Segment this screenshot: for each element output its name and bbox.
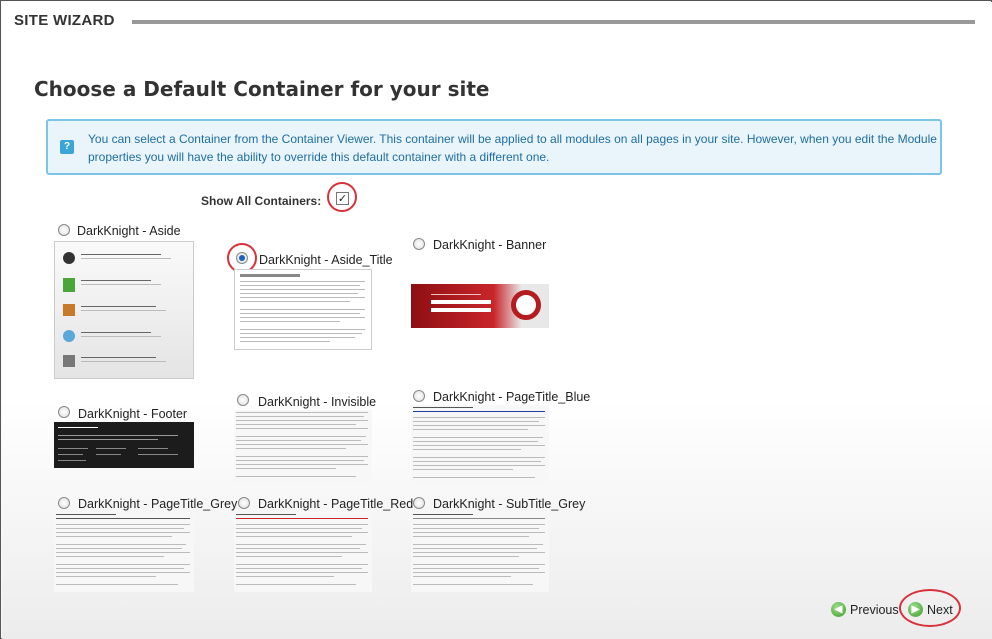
thumbnail-pagetitle-blue[interactable] bbox=[411, 405, 549, 484]
previous-label: Previous bbox=[850, 602, 899, 617]
container-label-aside-title[interactable]: DarkKnight - Aside_Title bbox=[259, 253, 393, 267]
show-all-containers-label: Show All Containers: bbox=[201, 194, 322, 208]
thumbnail-aside-title[interactable] bbox=[234, 269, 372, 350]
header-divider bbox=[132, 20, 975, 24]
thumbnail-invisible[interactable] bbox=[234, 410, 372, 483]
wizard-frame: SITE WIZARD Choose a Default Container f… bbox=[0, 0, 992, 639]
container-label-pagetitle-red[interactable]: DarkKnight - PageTitle_Red bbox=[258, 497, 413, 511]
thumbnail-banner[interactable] bbox=[411, 284, 549, 328]
previous-button[interactable]: ◀ Previous bbox=[831, 602, 899, 617]
info-box: ? You can select a Container from the Co… bbox=[46, 119, 942, 175]
radio-container-subtitle-grey[interactable] bbox=[413, 497, 425, 509]
info-text: You can select a Container from the Cont… bbox=[88, 132, 937, 164]
container-label-invisible[interactable]: DarkKnight - Invisible bbox=[258, 395, 376, 409]
thumbnail-pagetitle-red[interactable] bbox=[234, 512, 372, 592]
thumbnail-pagetitle-grey[interactable] bbox=[54, 512, 194, 592]
container-label-aside[interactable]: DarkKnight - Aside bbox=[77, 224, 181, 238]
radio-container-footer[interactable] bbox=[58, 406, 70, 418]
help-icon: ? bbox=[60, 140, 74, 154]
checkbox-highlight-ring bbox=[327, 182, 357, 212]
thumbnail-footer[interactable] bbox=[54, 422, 194, 468]
container-label-pagetitle-grey[interactable]: DarkKnight - PageTitle_Grey bbox=[78, 497, 237, 511]
thumbnail-aside[interactable] bbox=[54, 241, 194, 379]
page-title: Choose a Default Container for your site bbox=[34, 77, 490, 101]
radio-container-banner[interactable] bbox=[413, 238, 425, 250]
next-highlight-ring bbox=[899, 589, 961, 627]
container-label-footer[interactable]: DarkKnight - Footer bbox=[78, 407, 187, 421]
wizard-header: SITE WIZARD bbox=[2, 2, 992, 38]
container-label-banner[interactable]: DarkKnight - Banner bbox=[433, 238, 546, 252]
container-label-subtitle-grey[interactable]: DarkKnight - SubTitle_Grey bbox=[433, 497, 585, 511]
arrow-left-icon: ◀ bbox=[831, 602, 846, 617]
container-label-pagetitle-blue[interactable]: DarkKnight - PageTitle_Blue bbox=[433, 390, 590, 404]
wizard-content: Choose a Default Container for your site… bbox=[2, 38, 992, 639]
radio-container-pagetitle-blue[interactable] bbox=[413, 390, 425, 402]
wizard-title: SITE WIZARD bbox=[14, 12, 115, 29]
radio-container-aside[interactable] bbox=[58, 224, 70, 236]
thumbnail-subtitle-grey[interactable] bbox=[411, 512, 549, 592]
radio-container-pagetitle-red[interactable] bbox=[238, 497, 250, 509]
radio-container-invisible[interactable] bbox=[237, 394, 249, 406]
radio-container-pagetitle-grey[interactable] bbox=[58, 497, 70, 509]
